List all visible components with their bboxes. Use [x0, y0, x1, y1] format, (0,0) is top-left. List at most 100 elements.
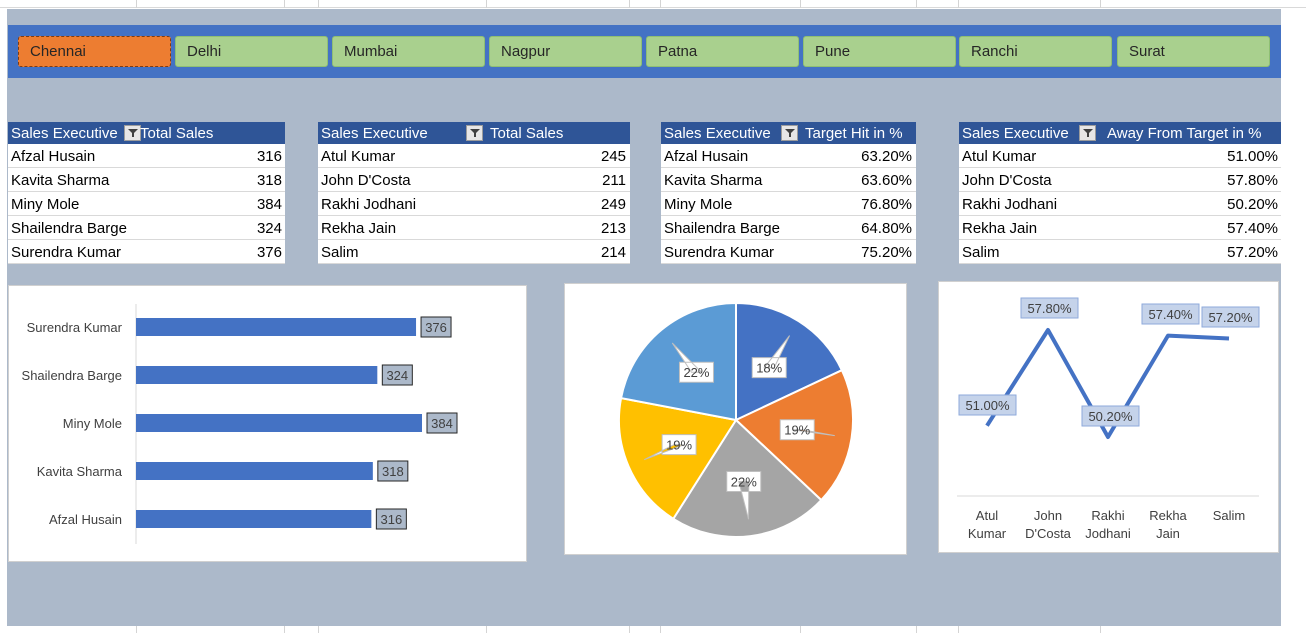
- cell-value: 376: [256, 244, 282, 261]
- bar-mark[interactable]: [136, 414, 422, 432]
- cell-value: 211: [602, 172, 626, 189]
- sheet-column-divider: [1100, 626, 1101, 633]
- header-metric: Target Hit in %: [805, 125, 903, 142]
- header-sales-executive: Sales Executive: [664, 125, 771, 142]
- bar-mark[interactable]: [136, 366, 378, 384]
- header-metric: Total Sales: [490, 125, 564, 142]
- sheet-column-divider: [1100, 0, 1101, 8]
- pie-chart-panel[interactable]: 18% 19% 22% 19% 22%: [564, 283, 907, 555]
- bar-mark[interactable]: [136, 510, 372, 528]
- line-category-label: D'Costa: [1025, 526, 1072, 541]
- line-data-label: 57.20%: [1208, 310, 1253, 325]
- slicer-item-delhi[interactable]: Delhi: [175, 36, 328, 67]
- cell-value: 57.40%: [1227, 220, 1278, 237]
- bar-chart: Surendra Kumar 376 Shailendra Barge 324 Miny…: [22, 304, 458, 544]
- cell-executive-name: Afzal Husain: [11, 148, 96, 165]
- pie-data-label: 22%: [731, 475, 757, 490]
- bar-mark[interactable]: [136, 318, 417, 336]
- sheet-column-divider: [800, 626, 801, 633]
- pivot-table-1: Sales Executive Total Sales Afzal Husain 31…: [8, 122, 285, 264]
- slicer-item-mumbai[interactable]: Mumbai: [332, 36, 485, 67]
- table-row: Afzal Husain 63.20%: [661, 144, 916, 168]
- slicer-item-patna[interactable]: Patna: [646, 36, 799, 67]
- bar-category-label: Miny Mole: [63, 416, 122, 431]
- pivot-table-3: Sales Executive Target Hit in % Afzal Husa…: [661, 122, 916, 264]
- sheet-column-divider: [486, 626, 487, 633]
- table-row: Afzal Husain 316: [8, 144, 285, 168]
- table-header: Sales Executive Total Sales: [318, 122, 630, 144]
- slicer-item-ranchi[interactable]: Ranchi: [959, 36, 1112, 67]
- bar-category-label: Afzal Husain: [49, 512, 122, 527]
- cell-value: 213: [600, 220, 626, 237]
- cell-value: 384: [256, 196, 282, 213]
- cell-executive-name: Miny Mole: [664, 196, 733, 213]
- table-row: Rekha Jain 57.40%: [959, 216, 1281, 240]
- pie-data-label: 18%: [756, 361, 782, 376]
- pie-data-label: 19%: [666, 438, 692, 453]
- filter-dropdown-icon[interactable]: [1079, 125, 1096, 141]
- table-row: John D'Costa 57.80%: [959, 168, 1281, 192]
- cell-value: 249: [600, 196, 626, 213]
- table-row: Miny Mole 76.80%: [661, 192, 916, 216]
- bar-category-label: Shailendra Barge: [22, 368, 122, 383]
- header-sales-executive: Sales Executive: [321, 125, 428, 142]
- pivot-table-4: Sales Executive Away From Target in % Atul…: [959, 122, 1281, 264]
- cell-executive-name: Rekha Jain: [962, 220, 1038, 237]
- cell-value: 50.20%: [1227, 196, 1278, 213]
- bar-category-label: Kavita Sharma: [37, 464, 123, 479]
- sheet-column-divider: [284, 0, 285, 8]
- bar-data-label: 318: [382, 464, 404, 479]
- table-row: Shailendra Barge 64.80%: [661, 216, 916, 240]
- cell-value: 214: [600, 244, 626, 261]
- cell-executive-name: John D'Costa: [962, 172, 1052, 189]
- table-row: Salim 57.20%: [959, 240, 1281, 264]
- line-category-label: Jain: [1156, 526, 1180, 541]
- bar-chart-panel[interactable]: Surendra Kumar 376 Shailendra Barge 324 Miny…: [8, 285, 527, 562]
- pivot-table-2: Sales Executive Total Sales Atul Kumar 245 J…: [318, 122, 630, 264]
- cell-value: 316: [256, 148, 282, 165]
- header-metric: Away From Target in %: [1107, 125, 1262, 142]
- sheet-column-divider: [958, 0, 959, 8]
- table-row: Atul Kumar 245: [318, 144, 630, 168]
- slicer-item-nagpur[interactable]: Nagpur: [489, 36, 642, 67]
- cell-value: 51.00%: [1227, 148, 1278, 165]
- header-sales-executive: Sales Executive: [11, 125, 118, 142]
- table-row: Kavita Sharma 63.60%: [661, 168, 916, 192]
- cell-executive-name: Shailendra Barge: [11, 220, 127, 237]
- line-chart-panel[interactable]: 51.00% Atul Kumar 57.80% John D'Costa 50.20% Ra…: [938, 281, 1279, 553]
- sheet-column-divider: [629, 626, 630, 633]
- cell-value: 324: [256, 220, 282, 237]
- sheet-right-columns: [1281, 9, 1306, 626]
- sheet-column-divider: [916, 626, 917, 633]
- line-category-label: Salim: [1213, 508, 1246, 523]
- line-data-label: 57.80%: [1027, 301, 1072, 316]
- table-header: Sales Executive Target Hit in %: [661, 122, 916, 144]
- sheet-column-divider: [916, 0, 917, 8]
- bar-data-label: 324: [386, 368, 408, 383]
- filter-dropdown-icon[interactable]: [124, 125, 141, 141]
- filter-dropdown-icon[interactable]: [466, 125, 483, 141]
- cell-executive-name: Kavita Sharma: [11, 172, 110, 189]
- slicer-item-pune[interactable]: Pune: [803, 36, 956, 67]
- sheet-column-divider: [284, 626, 285, 633]
- table-row: Surendra Kumar 75.20%: [661, 240, 916, 264]
- cell-value: 57.20%: [1227, 244, 1278, 261]
- line-category-label: Rekha: [1149, 508, 1187, 523]
- filter-dropdown-icon[interactable]: [781, 125, 798, 141]
- cell-executive-name: John D'Costa: [321, 172, 411, 189]
- sheet-bottom-row: [0, 626, 1306, 633]
- sheet-column-divider: [486, 0, 487, 8]
- table-row: John D'Costa 211: [318, 168, 630, 192]
- cell-value: 245: [600, 148, 626, 165]
- table-row: Rakhi Jodhani 50.20%: [959, 192, 1281, 216]
- cell-executive-name: Rakhi Jodhani: [321, 196, 417, 213]
- sheet-column-divider: [318, 626, 319, 633]
- cell-executive-name: Afzal Husain: [664, 148, 749, 165]
- bar-mark[interactable]: [136, 462, 373, 480]
- slicer-item-chennai[interactable]: Chennai: [18, 36, 171, 67]
- sheet-column-divider: [800, 0, 801, 8]
- cell-executive-name: Salim: [321, 244, 359, 261]
- slicer-item-surat[interactable]: Surat: [1117, 36, 1270, 67]
- table-header: Sales Executive Total Sales: [8, 122, 285, 144]
- header-metric: Total Sales: [140, 125, 214, 142]
